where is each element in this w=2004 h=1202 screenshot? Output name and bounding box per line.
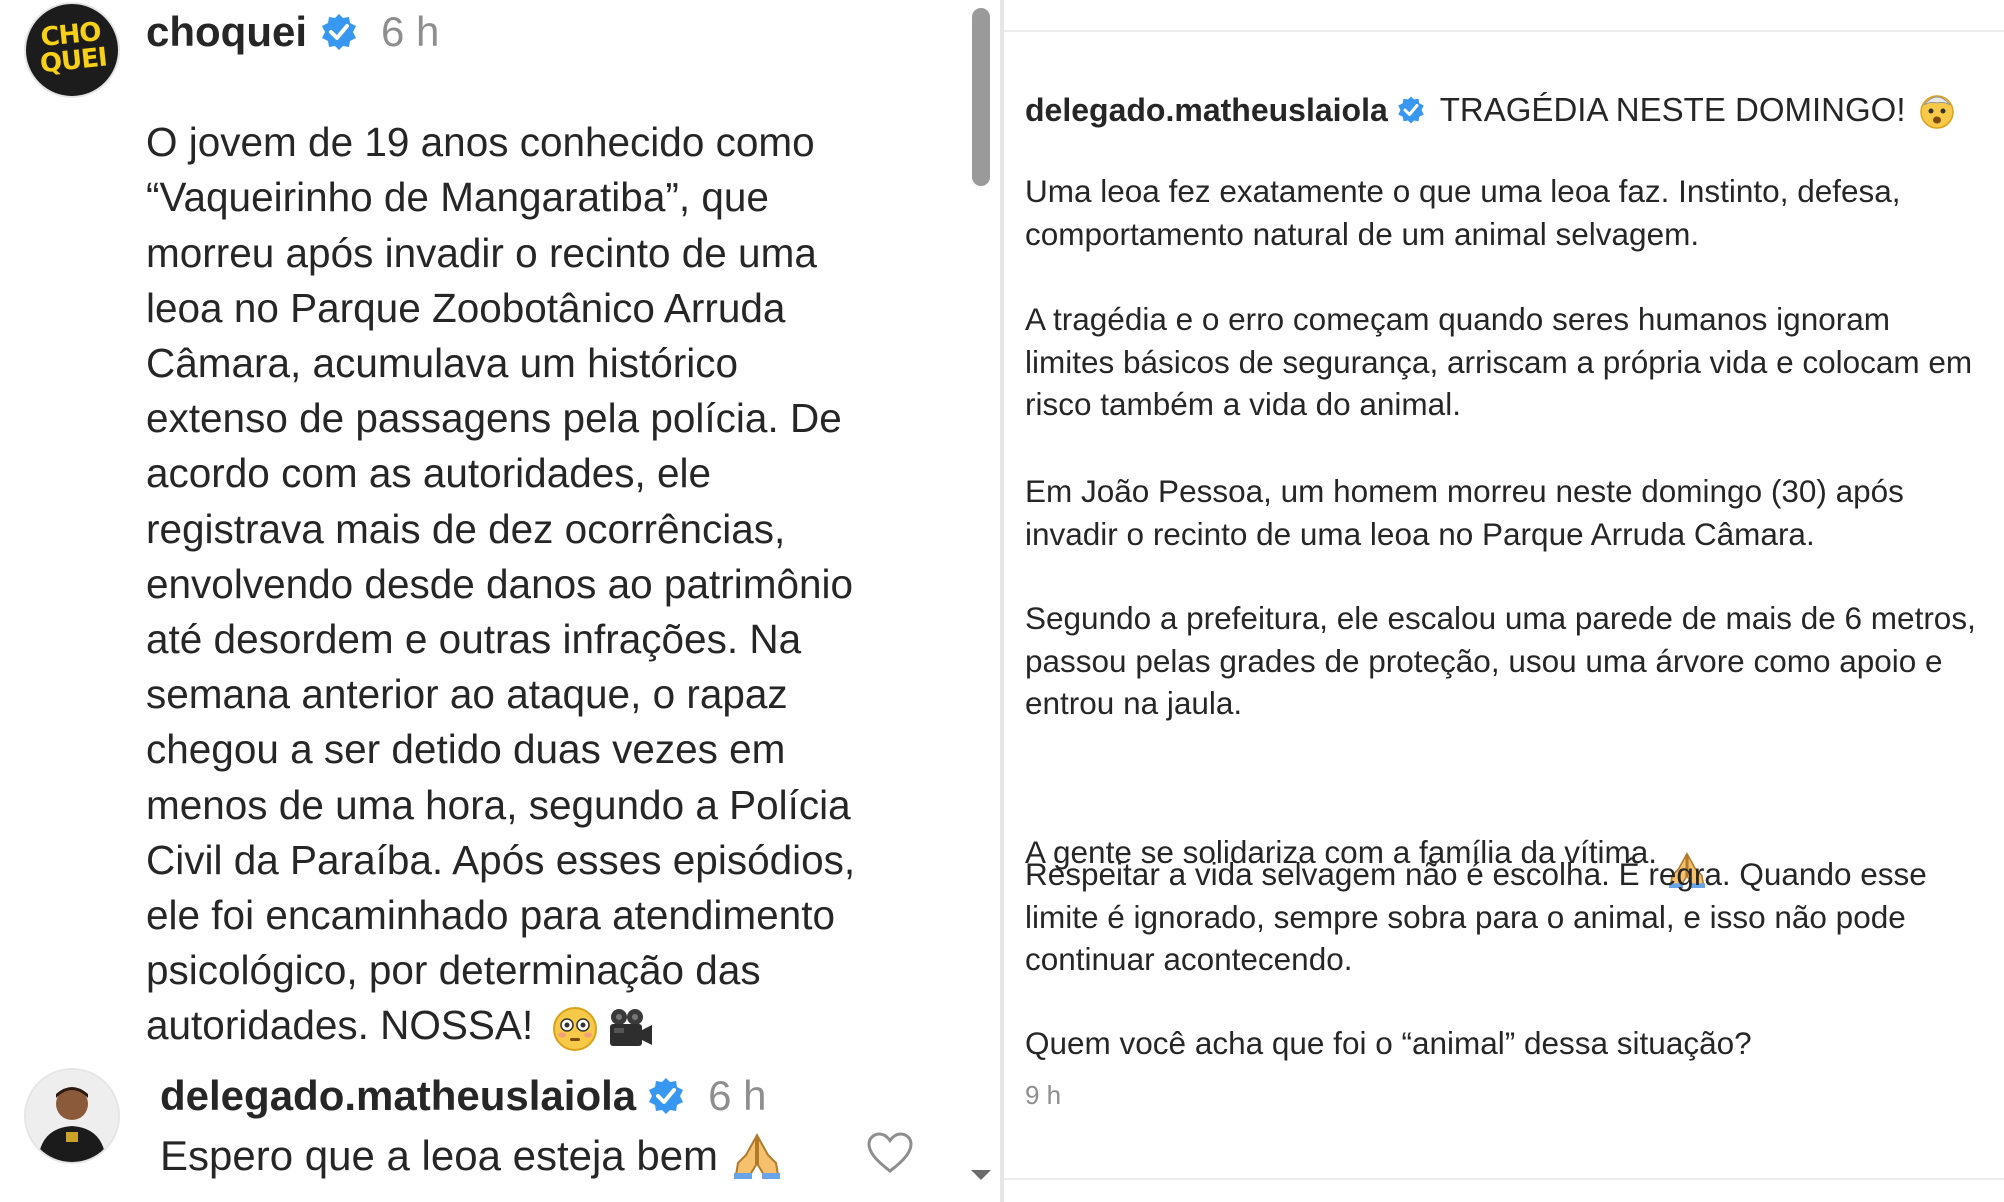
caption-time: 9 h xyxy=(1025,1080,1062,1110)
caption-username[interactable]: delegado.matheuslaiola xyxy=(1025,86,1388,134)
like-heart-icon[interactable] xyxy=(866,1131,914,1175)
caption-paragraph-2: A tragédia e o erro começam quando seres… xyxy=(1025,301,1973,422)
caption-paragraph-6: Respeitar a vida selvagem não é escolha.… xyxy=(1025,856,1927,977)
caption-headline: TRAGÉDIA NESTE DOMINGO! xyxy=(1439,91,1906,128)
comment-username[interactable]: delegado.matheuslaiola xyxy=(160,1068,636,1124)
comment-text: Espero que a leoa esteja bem xyxy=(160,1132,719,1179)
verified-badge-icon xyxy=(646,1076,686,1116)
comment-body: Espero que a leoa esteja bem xyxy=(160,1128,782,1184)
scrollbar-thumb[interactable] xyxy=(972,8,990,186)
caption-paragraph-4: Segundo a prefeitura, ele escalou uma pa… xyxy=(1025,600,1976,721)
post-username[interactable]: choquei xyxy=(146,4,307,60)
comment-header: delegado.matheuslaiola 6 h xyxy=(160,1068,767,1124)
choquei-avatar[interactable]: CHO QUEI xyxy=(24,2,120,98)
caption-paragraph-1: Uma leoa fez exatamente o que uma leoa f… xyxy=(1025,173,1901,252)
choquei-logo-text: CHO QUEI xyxy=(38,17,109,80)
person-avatar-icon xyxy=(26,1070,118,1162)
divider-line xyxy=(1004,1178,2004,1180)
flushed-face-icon xyxy=(553,1006,598,1051)
post-header: choquei 6 h xyxy=(146,4,439,60)
video-camera-icon xyxy=(610,1008,653,1046)
scroll-down-arrow-icon[interactable] xyxy=(971,1170,991,1180)
caption-paragraph-3: Em João Pessoa, um homem morreu neste do… xyxy=(1025,473,1904,552)
post-caption: O jovem de 19 anos conhecido como “Vaque… xyxy=(146,60,966,1054)
exploding-head-icon xyxy=(1919,95,1954,129)
post-caption-text: O jovem de 19 anos conhecido como “Vaque… xyxy=(146,119,856,1049)
verified-badge-icon xyxy=(1396,95,1426,125)
post-time: 6 h xyxy=(381,8,440,55)
verified-badge-icon xyxy=(319,12,359,52)
divider-line xyxy=(1004,30,2004,32)
comment-time: 6 h xyxy=(708,1072,767,1119)
delegado-avatar[interactable] xyxy=(24,1068,120,1164)
caption-paragraph-7: Quem você acha que foi o “animal” dessa … xyxy=(1025,1025,1752,1061)
caption-header: delegado.matheuslaiola TRAGÉDIA NESTE DO… xyxy=(1025,86,1956,134)
folded-hands-icon xyxy=(734,1133,781,1179)
